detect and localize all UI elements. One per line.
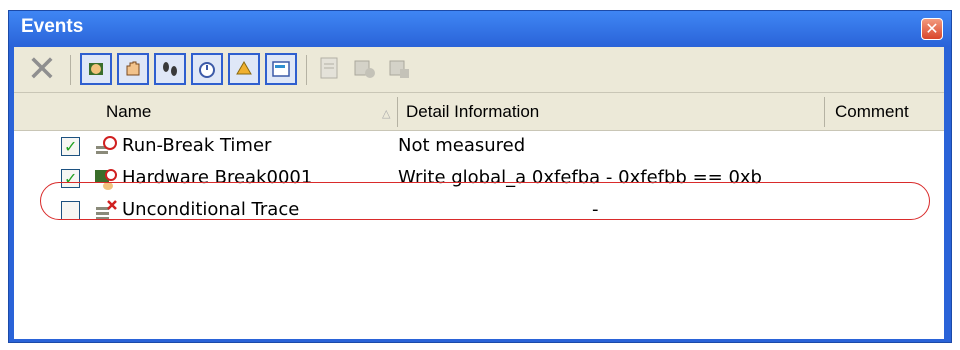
timer-icon[interactable] (191, 53, 223, 85)
enable-checkbox[interactable]: ✓ (61, 137, 80, 156)
run-break-timer-icon (96, 136, 117, 154)
software-break-icon[interactable] (117, 53, 149, 85)
close-button[interactable]: ✕ (921, 18, 943, 40)
title-bar[interactable]: Events ✕ (9, 11, 951, 47)
hardware-break-icon[interactable] (80, 53, 112, 85)
column-divider[interactable] (824, 97, 825, 127)
trace-icon[interactable] (154, 53, 186, 85)
column-header-detail[interactable]: Detail Information (406, 99, 539, 125)
toolbar-separator (306, 55, 307, 85)
column-divider[interactable] (397, 97, 398, 127)
column-header-comment[interactable]: Comment (835, 99, 909, 125)
panel-title: Events (21, 16, 84, 37)
check-icon: ✓ (64, 137, 78, 156)
toolbar: ✕ (14, 47, 944, 93)
toolbar-separator (70, 55, 71, 85)
edit-condition-icon[interactable] (316, 55, 344, 83)
events-panel: Events ✕ ✕ Name △ Detail Information Com… (8, 10, 952, 343)
performance-icon[interactable] (265, 53, 297, 85)
column-header-name[interactable]: Name (106, 99, 151, 125)
delete-button[interactable]: ✕ (24, 52, 60, 88)
event-name: Run-Break Timer (122, 135, 272, 156)
enable-icon[interactable] (351, 55, 379, 83)
event-detail: Not measured (398, 135, 526, 156)
point-trace-icon[interactable] (228, 53, 260, 85)
disable-icon[interactable] (386, 55, 414, 83)
table-row[interactable]: ✓ Run-Break Timer Not measured (14, 131, 944, 163)
row-highlight-annotation (40, 182, 930, 220)
table-header: Name △ Detail Information Comment (14, 93, 944, 131)
sort-icon: △ (382, 107, 391, 120)
